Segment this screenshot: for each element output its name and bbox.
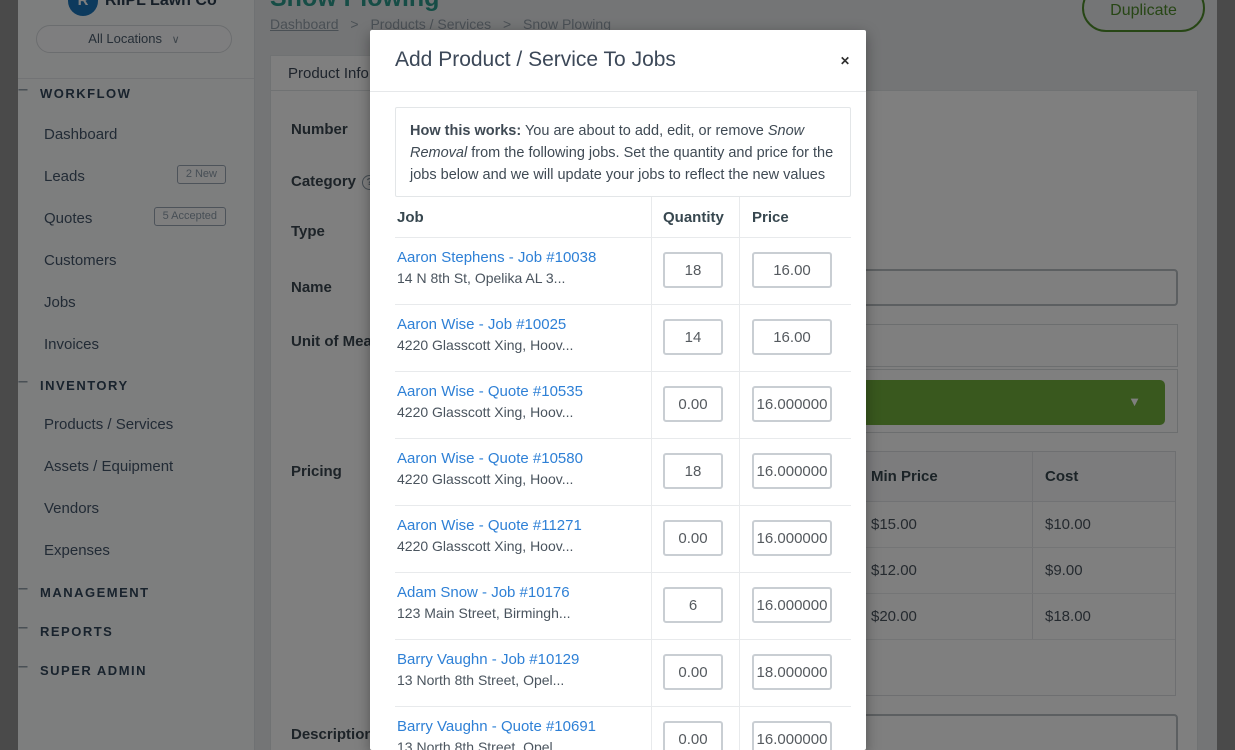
modal-table-header: Job Quantity Price bbox=[395, 197, 851, 238]
intro-text: from the following jobs. Set the quantit… bbox=[410, 145, 833, 183]
job-link[interactable]: Barry Vaughn - Job #10129 bbox=[397, 651, 643, 668]
job-link[interactable]: Aaron Wise - Job #10025 bbox=[397, 316, 643, 333]
job-link[interactable]: Aaron Wise - Quote #10535 bbox=[397, 383, 643, 400]
job-row: Aaron Wise - Quote #10535 4220 Glasscott … bbox=[395, 372, 851, 439]
job-address: 4220 Glasscott Xing, Hoov... bbox=[397, 337, 643, 353]
price-input[interactable] bbox=[752, 453, 832, 489]
header-price: Price bbox=[739, 197, 851, 237]
job-link[interactable]: Adam Snow - Job #10176 bbox=[397, 584, 643, 601]
price-input[interactable] bbox=[752, 319, 832, 355]
quantity-input[interactable] bbox=[663, 252, 723, 288]
quantity-input[interactable] bbox=[663, 721, 723, 750]
job-row: Aaron Wise - Job #10025 4220 Glasscott Xi… bbox=[395, 305, 851, 372]
price-input[interactable] bbox=[752, 520, 832, 556]
price-input[interactable] bbox=[752, 654, 832, 690]
modal-divider bbox=[370, 91, 866, 92]
quantity-input[interactable] bbox=[663, 319, 723, 355]
quantity-input[interactable] bbox=[663, 587, 723, 623]
job-row: Aaron Wise - Quote #10580 4220 Glasscott … bbox=[395, 439, 851, 506]
job-row: Adam Snow - Job #10176 123 Main Street, B… bbox=[395, 573, 851, 640]
close-icon[interactable]: ✕ bbox=[840, 54, 850, 68]
job-row: Aaron Wise - Quote #11271 4220 Glasscott … bbox=[395, 506, 851, 573]
job-row: Barry Vaughn - Quote #10691 13 North 8th … bbox=[395, 707, 851, 750]
job-address: 4220 Glasscott Xing, Hoov... bbox=[397, 404, 643, 420]
intro-text: You are about to add, edit, or remove bbox=[521, 123, 768, 139]
job-row: Aaron Stephens - Job #10038 14 N 8th St, … bbox=[395, 238, 851, 305]
quantity-input[interactable] bbox=[663, 520, 723, 556]
add-product-service-modal: Add Product / Service To Jobs ✕ How this… bbox=[370, 30, 866, 750]
job-link[interactable]: Aaron Stephens - Job #10038 bbox=[397, 249, 643, 266]
modal-jobs-table: Job Quantity Price Aaron Stephens - Job … bbox=[395, 197, 851, 750]
quantity-input[interactable] bbox=[663, 453, 723, 489]
job-address: 4220 Glasscott Xing, Hoov... bbox=[397, 538, 643, 554]
modal-intro-text: How this works: You are about to add, ed… bbox=[395, 107, 851, 197]
job-address: 13 North 8th Street, Opel... bbox=[397, 739, 643, 750]
price-input[interactable] bbox=[752, 252, 832, 288]
job-address: 14 N 8th St, Opelika AL 3... bbox=[397, 270, 643, 286]
job-address: 4220 Glasscott Xing, Hoov... bbox=[397, 471, 643, 487]
job-link[interactable]: Aaron Wise - Quote #11271 bbox=[397, 517, 643, 534]
intro-bold: How this works: bbox=[410, 123, 521, 139]
job-address: 13 North 8th Street, Opel... bbox=[397, 672, 643, 688]
price-input[interactable] bbox=[752, 386, 832, 422]
quantity-input[interactable] bbox=[663, 386, 723, 422]
price-input[interactable] bbox=[752, 721, 832, 750]
job-address: 123 Main Street, Birmingh... bbox=[397, 605, 643, 621]
job-link[interactable]: Aaron Wise - Quote #10580 bbox=[397, 450, 643, 467]
job-row: Barry Vaughn - Job #10129 13 North 8th St… bbox=[395, 640, 851, 707]
job-link[interactable]: Barry Vaughn - Quote #10691 bbox=[397, 718, 643, 735]
quantity-input[interactable] bbox=[663, 654, 723, 690]
modal-title: Add Product / Service To Jobs bbox=[395, 48, 676, 72]
header-job: Job bbox=[395, 197, 651, 237]
header-quantity: Quantity bbox=[651, 197, 739, 237]
price-input[interactable] bbox=[752, 587, 832, 623]
